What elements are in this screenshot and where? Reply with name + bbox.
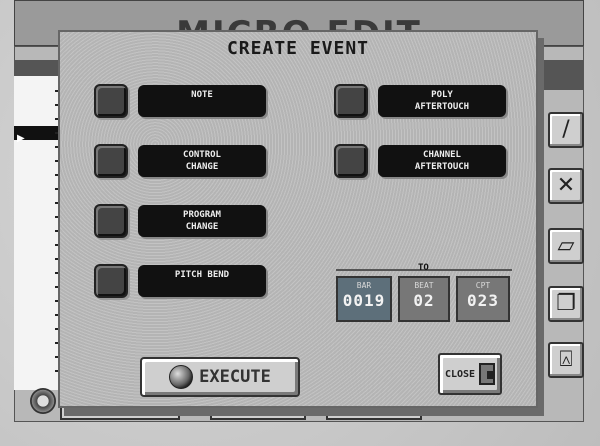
option-label: PITCH BEND bbox=[138, 265, 266, 297]
execute-button[interactable]: EXECUTE bbox=[140, 357, 300, 397]
option-label: NOTE bbox=[138, 85, 266, 117]
option-note[interactable]: NOTE bbox=[94, 84, 266, 118]
close-label: CLOSE bbox=[444, 368, 476, 380]
option-label: POLY AFTERTOUCH bbox=[378, 85, 506, 117]
option-channel-aftertouch[interactable]: CHANNEL AFTERTOUCH bbox=[334, 144, 506, 178]
screen: MICRO EDIT ▶ / ✕ ▱ ❐ ⍓ CREATE EVENT NOTE… bbox=[0, 0, 600, 446]
option-label: PROGRAM CHANGE bbox=[138, 205, 266, 237]
execute-led-icon bbox=[169, 365, 194, 389]
dialog-title: CREATE EVENT bbox=[226, 38, 370, 59]
beat-caption: BEAT bbox=[414, 281, 434, 290]
beat-value: 02 bbox=[413, 291, 435, 310]
pitch-bend-select-button[interactable] bbox=[94, 264, 128, 298]
copy-icon[interactable]: ❐ bbox=[548, 286, 584, 322]
option-label: CHANNEL AFTERTOUCH bbox=[378, 145, 506, 177]
eraser-icon[interactable]: ▱ bbox=[548, 228, 584, 264]
door-icon bbox=[479, 363, 496, 385]
insert-icon[interactable]: ⍓ bbox=[548, 342, 584, 378]
poly-aftertouch-select-button[interactable] bbox=[334, 84, 368, 118]
pencil-icon[interactable]: / bbox=[548, 112, 584, 148]
program-change-select-button[interactable] bbox=[94, 204, 128, 238]
tool-header bbox=[536, 60, 584, 90]
delete-x-icon[interactable]: ✕ bbox=[548, 168, 584, 204]
option-control-change[interactable]: CONTROL CHANGE bbox=[94, 144, 266, 178]
option-pitch-bend[interactable]: PITCH BEND bbox=[94, 264, 266, 298]
row-marker-icon: ▶ bbox=[17, 133, 25, 144]
option-program-change[interactable]: PROGRAM CHANGE bbox=[94, 204, 266, 238]
control-change-select-button[interactable] bbox=[94, 144, 128, 178]
clock-caption: CPT bbox=[475, 281, 491, 290]
to-label: TO bbox=[418, 263, 429, 273]
note-select-button[interactable] bbox=[94, 84, 128, 118]
clock-value: 023 bbox=[467, 291, 499, 310]
bar-value: 0019 bbox=[342, 291, 386, 310]
clock-field[interactable]: CPT 023 bbox=[456, 276, 510, 322]
create-event-dialog: CREATE EVENT NOTE CONTROL CHANGE PROGRAM C… bbox=[58, 30, 538, 408]
close-button[interactable]: CLOSE bbox=[438, 353, 502, 395]
execute-label: EXECUTE bbox=[199, 367, 271, 387]
gear-icon[interactable] bbox=[30, 388, 56, 414]
option-label: CONTROL CHANGE bbox=[138, 145, 266, 177]
bar-caption: BAR bbox=[356, 281, 372, 290]
channel-aftertouch-select-button[interactable] bbox=[334, 144, 368, 178]
option-poly-aftertouch[interactable]: POLY AFTERTOUCH bbox=[334, 84, 506, 118]
bar-field[interactable]: BAR 0019 bbox=[336, 276, 392, 322]
beat-field[interactable]: BEAT 02 bbox=[398, 276, 450, 322]
event-list-header bbox=[14, 60, 64, 76]
